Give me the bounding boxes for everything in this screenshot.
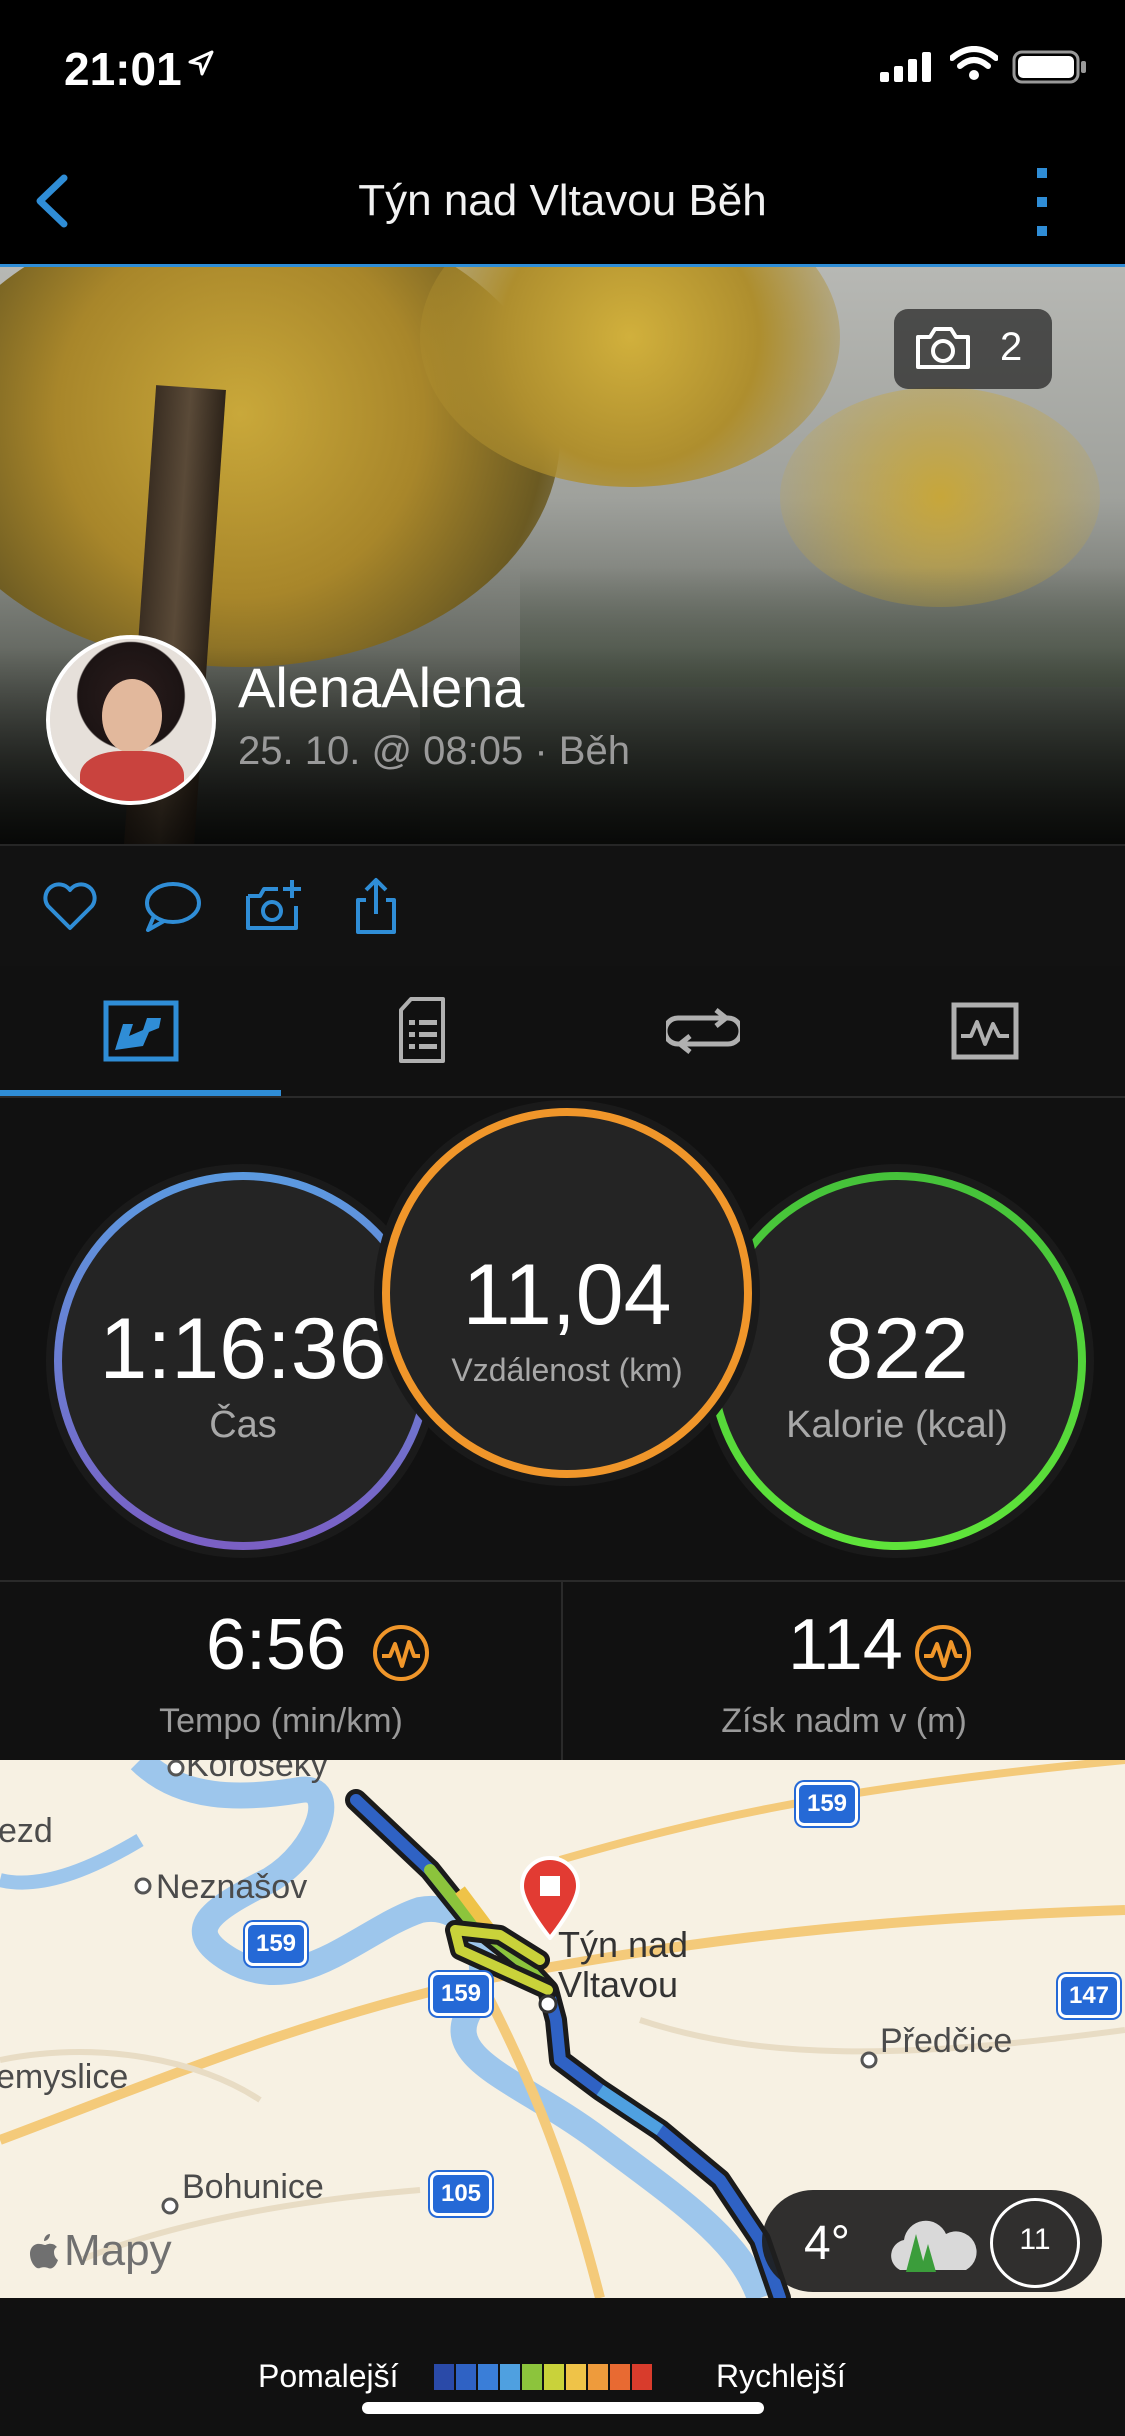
legend-slow-label: Pomalejší xyxy=(258,2358,399,2394)
route-shield: 147 xyxy=(1058,1974,1120,2018)
legend-swatch xyxy=(610,2364,630,2390)
status-time: 21:01 xyxy=(64,43,182,95)
activity-photo[interactable]: 2 AlenaAlena 25. 10. @ 08:05 · Běh xyxy=(0,267,1125,844)
calories-label: Kalorie (kcal) xyxy=(786,1404,1008,1446)
legend-swatch xyxy=(566,2364,586,2390)
place-label: ezd xyxy=(0,1812,53,1850)
elevation-chart-icon[interactable] xyxy=(914,1624,972,1682)
tab-summary[interactable] xyxy=(0,966,281,1096)
photo-count: 2 xyxy=(1000,325,1023,369)
tab-charts[interactable] xyxy=(843,966,1124,1096)
summary-icon xyxy=(103,1000,179,1062)
laps-icon xyxy=(666,1008,740,1054)
elevation-label: Získ nadm v (m) xyxy=(721,1702,967,1740)
time-label: Čas xyxy=(209,1404,277,1446)
battery-icon xyxy=(1012,50,1086,84)
route-shield: 159 xyxy=(430,1972,492,2016)
legend-swatch xyxy=(522,2364,542,2390)
legend-swatch xyxy=(632,2364,652,2390)
secondary-stats: 6:56 Tempo (min/km) 114 Získ nadm v (m) xyxy=(0,1580,1125,1762)
weather-temp: 4° xyxy=(804,2217,850,2270)
tab-bar xyxy=(0,966,1125,1098)
status-bar: 21:01 xyxy=(0,0,1125,140)
legend-swatch xyxy=(478,2364,498,2390)
legend-swatch xyxy=(588,2364,608,2390)
location-arrow-icon xyxy=(188,50,214,76)
charts-icon xyxy=(951,1002,1019,1060)
place-label: Neznašov xyxy=(156,1868,308,1906)
air-quality-value: 11 xyxy=(1019,2223,1051,2256)
air-quality-indicator: 11 xyxy=(990,2198,1080,2288)
stats-panel: 1:16:36 Čas 822 Kalorie (kcal) 11,04 Vzd… xyxy=(0,1098,1125,1578)
route-shield: 105 xyxy=(430,2172,492,2216)
more-vertical-icon[interactable] xyxy=(1020,164,1064,240)
place-label: Koroseky xyxy=(186,1760,328,1784)
calories-value: 822 xyxy=(825,1301,969,1397)
legend-fast-label: Rychlejší xyxy=(716,2358,846,2394)
tab-details[interactable] xyxy=(281,966,562,1096)
map-attribution-text: Mapy xyxy=(64,2226,172,2275)
time-value: 1:16:36 xyxy=(99,1301,387,1397)
distance-stat[interactable]: 11,04 Vzdálenost (km) xyxy=(382,1108,752,1478)
legend-swatch xyxy=(544,2364,564,2390)
avatar[interactable] xyxy=(46,635,216,805)
heart-icon[interactable] xyxy=(40,876,100,936)
legend-swatch xyxy=(434,2364,454,2390)
pace-chart-icon[interactable] xyxy=(372,1624,430,1682)
route-map[interactable]: Koroseky ezd Neznašov Týn nad Vltavou Př… xyxy=(0,1760,1125,2298)
pace-value: 6:56 xyxy=(206,1605,347,1685)
legend-color-scale xyxy=(434,2364,654,2390)
cellular-signal-icon xyxy=(880,52,931,82)
tab-laps[interactable] xyxy=(562,966,843,1096)
time-stat[interactable]: 1:16:36 Čas xyxy=(54,1172,432,1550)
share-icon[interactable] xyxy=(346,876,406,936)
apple-logo-icon xyxy=(30,2234,58,2269)
place-label: Bohunice xyxy=(182,2168,324,2206)
route-shield: 159 xyxy=(796,1782,858,1826)
elevation-value: 114 xyxy=(788,1605,903,1685)
calories-stat[interactable]: 822 Kalorie (kcal) xyxy=(708,1172,1086,1550)
place-label: Vltavou xyxy=(558,1964,679,2005)
nav-bar: Týn nad Vltavou Běh xyxy=(0,140,1125,267)
cloud-icon xyxy=(891,2220,977,2272)
activity-meta: 25. 10. @ 08:05 · Běh xyxy=(238,729,630,773)
active-tab-indicator xyxy=(0,1090,281,1096)
pace-label: Tempo (min/km) xyxy=(159,1702,403,1740)
distance-label: Vzdálenost (km) xyxy=(451,1352,683,1388)
distance-value: 11,04 xyxy=(462,1247,672,1343)
wifi-icon xyxy=(950,46,998,80)
camera-icon xyxy=(916,327,970,369)
legend-swatch xyxy=(500,2364,520,2390)
weather-badge[interactable]: 4° 11 xyxy=(762,2190,1102,2292)
route-shield: 159 xyxy=(245,1922,307,1966)
add-photo-icon[interactable] xyxy=(244,876,304,936)
user-name[interactable]: AlenaAlena xyxy=(238,655,524,720)
pace-legend: Pomalejší Rychlejší xyxy=(0,2298,1125,2436)
action-bar xyxy=(0,844,1125,968)
details-icon xyxy=(399,997,445,1063)
photo-count-badge[interactable]: 2 xyxy=(894,309,1052,389)
page-title: Týn nad Vltavou Běh xyxy=(358,176,767,225)
legend-swatch xyxy=(456,2364,476,2390)
comment-icon[interactable] xyxy=(142,876,202,936)
finish-marker-icon[interactable] xyxy=(518,1856,582,1940)
home-indicator[interactable] xyxy=(362,2402,764,2414)
place-label: Předčice xyxy=(880,2022,1013,2060)
place-label: emyslice xyxy=(0,2058,129,2096)
